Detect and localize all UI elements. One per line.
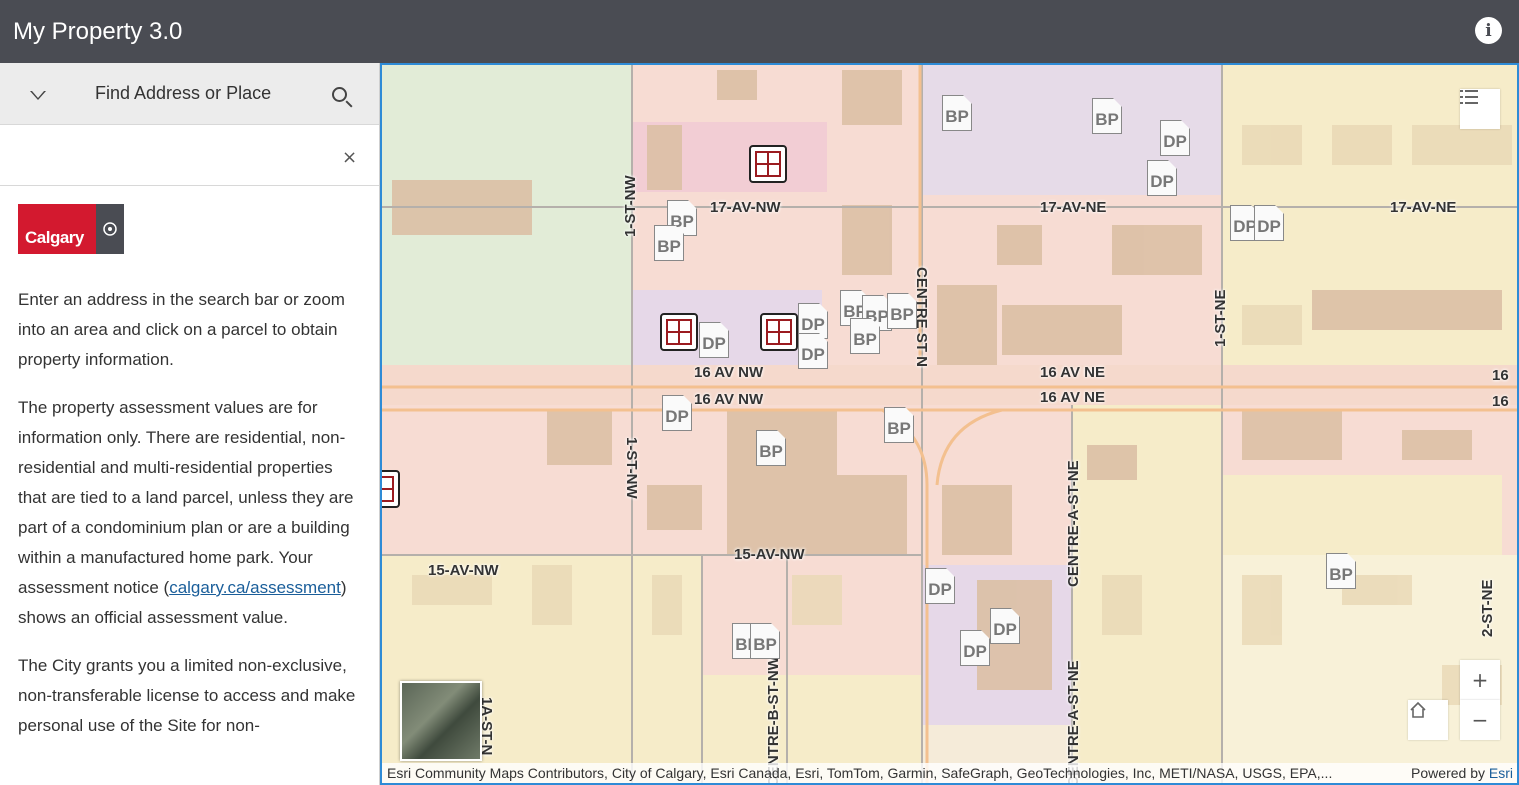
app-header: My Property 3.0 i [0, 0, 1519, 63]
bp-marker[interactable]: BP [887, 293, 917, 329]
bp-marker[interactable]: BP [750, 623, 780, 659]
license-text: The City grants you a limited non-exclus… [18, 656, 356, 735]
street-label: 1-ST-NW [622, 175, 639, 237]
street-label: 17-AV-NE [1390, 199, 1457, 216]
land-use-icon[interactable] [760, 313, 798, 351]
dp-marker[interactable]: DP [990, 608, 1020, 644]
street-label: 15-AV-NW [428, 562, 499, 579]
dp-marker[interactable]: DP [699, 322, 729, 358]
dp-marker[interactable]: DP [1147, 160, 1177, 196]
zoom-in-button[interactable]: + [1460, 660, 1500, 700]
street-label: 1-ST-NE [1212, 289, 1229, 347]
dp-marker[interactable]: DP [662, 395, 692, 431]
street-label: 17-AV-NW [710, 199, 781, 216]
land-use-icon[interactable] [382, 470, 400, 508]
bp-marker[interactable]: BP [1326, 553, 1356, 589]
layer-list-icon[interactable] [1460, 89, 1500, 129]
home-icon[interactable] [1408, 700, 1448, 740]
street-label: 1-ST-NW [623, 437, 640, 499]
street-label: CENTRE-A-ST-NE [1065, 460, 1082, 587]
info-content: Calgary Enter an address in the search b… [0, 186, 379, 754]
dp-marker[interactable]: DP [798, 333, 828, 369]
dp-marker[interactable]: DP [1254, 205, 1284, 241]
street-label: 2-ST-NE [1479, 579, 1496, 637]
street-label: 16 AV NW [694, 391, 764, 408]
bp-marker[interactable]: BP [756, 430, 786, 466]
search-header: Find Address or Place [0, 63, 379, 125]
street-label: 16 [1492, 393, 1509, 410]
land-use-icon[interactable] [660, 313, 698, 351]
powered-by: Powered by Esri [1411, 765, 1513, 781]
dp-marker[interactable]: DP [1160, 120, 1190, 156]
calgary-logo: Calgary [18, 204, 124, 254]
search-input[interactable] [10, 139, 330, 171]
dp-marker[interactable]: DP [960, 630, 990, 666]
street-label: 15-AV-NW [734, 546, 805, 563]
assessment-text: The property assessment values are for i… [18, 398, 354, 627]
esri-link[interactable]: Esri [1489, 765, 1513, 781]
bp-marker[interactable]: BP [654, 225, 684, 261]
land-use-icon[interactable] [749, 145, 787, 183]
overview-map[interactable] [400, 681, 482, 761]
info-icon[interactable]: i [1475, 17, 1502, 44]
assessment-link[interactable]: calgary.ca/assessment [169, 578, 341, 597]
chevron-down-icon[interactable] [30, 91, 46, 100]
street-label: 16 AV NE [1040, 389, 1106, 406]
attribution-text: Esri Community Maps Contributors, City o… [387, 765, 1333, 781]
intro-text: Enter an address in the search bar or zo… [18, 290, 345, 369]
map-attribution: Esri Community Maps Contributors, City o… [382, 763, 1517, 783]
bp-marker[interactable]: BP [884, 407, 914, 443]
map-view[interactable]: 17-AV-NW 17-AV-NE 17-AV-NE 16 AV NW 16 A… [380, 63, 1519, 785]
street-label: 16 AV NE [1040, 364, 1106, 381]
calgary-logo-text: Calgary [18, 204, 96, 254]
search-input-row: × [0, 125, 379, 186]
app-title: My Property 3.0 [13, 17, 183, 45]
map-canvas [382, 65, 1517, 783]
zoom-out-button[interactable]: − [1460, 700, 1500, 740]
bp-marker[interactable]: BP [850, 318, 880, 354]
street-label: 17-AV-NE [1040, 199, 1107, 216]
dp-marker[interactable]: DP [925, 568, 955, 604]
bp-marker[interactable]: BP [942, 95, 972, 131]
crest-icon [96, 204, 124, 254]
street-label: 16 [1492, 367, 1509, 384]
search-icon[interactable] [332, 87, 347, 102]
street-label: 16 AV NW [694, 364, 764, 381]
sidebar-panel: Find Address or Place × Calgary Enter an… [0, 63, 380, 785]
clear-icon[interactable]: × [342, 147, 357, 168]
search-label: Find Address or Place [95, 83, 272, 103]
bp-marker[interactable]: BP [1092, 98, 1122, 134]
